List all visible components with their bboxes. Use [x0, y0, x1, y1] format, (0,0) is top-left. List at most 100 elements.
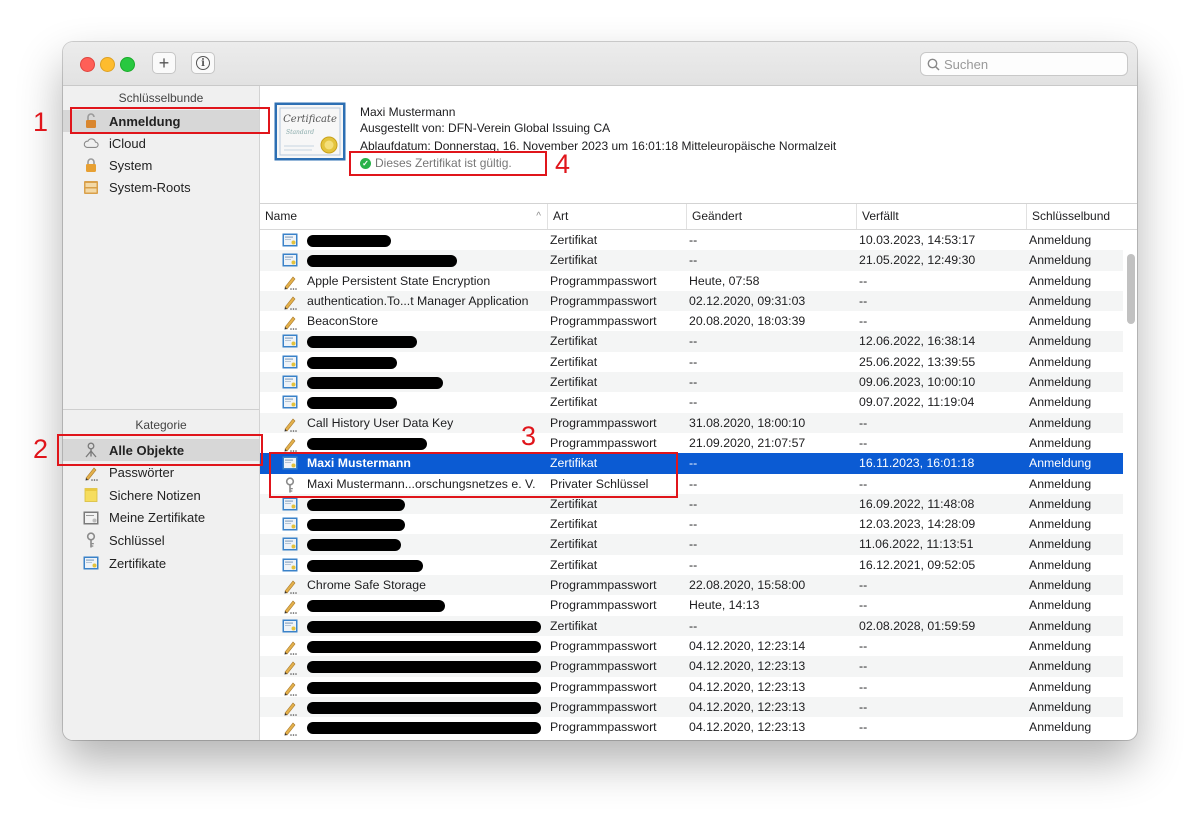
cell-keychain: Anmeldung	[1029, 273, 1092, 288]
table-row[interactable]: Programmpasswort Heute, 14:13 -- Anmeldung	[260, 595, 1123, 615]
cell-expires: --	[859, 314, 868, 329]
category-item-schl-ssel[interactable]: Schlüssel	[63, 529, 259, 551]
cell-keychain: Anmeldung	[1029, 618, 1092, 633]
cell-art: Zertifikat	[550, 334, 598, 349]
table-row[interactable]: Zertifikat -- 02.08.2028, 01:59:59 Anmeldun…	[260, 615, 1123, 636]
cell-expires: --	[859, 415, 868, 430]
cell-art: Zertifikat	[550, 395, 598, 410]
pencil-icon	[83, 465, 99, 481]
cell-expires: --	[859, 659, 868, 674]
table-row[interactable]: Zertifikat -- 09.07.2022, 11:19:04 Anmeldun…	[260, 392, 1123, 412]
certificate-icon	[282, 558, 298, 572]
cell-art: Programmpasswort	[550, 638, 657, 653]
cell-art: Programmpasswort	[550, 435, 657, 450]
cell-expires: --	[859, 435, 868, 450]
cell-keychain: Anmeldung	[1029, 293, 1092, 308]
column-header-art[interactable]: Art	[547, 204, 686, 229]
certificate-icon	[282, 619, 298, 633]
vertical-scrollbar[interactable]	[1127, 254, 1135, 324]
table-row[interactable]: authentication.To...t Manager Applicatio…	[260, 290, 1123, 312]
redacted-name	[307, 559, 423, 572]
cell-keychain: Anmeldung	[1029, 435, 1092, 450]
cell-expires: --	[859, 293, 868, 308]
column-header-keychain[interactable]: Schlüsselbund	[1026, 204, 1126, 229]
cell-art: Programmpasswort	[550, 598, 657, 613]
table-row[interactable]: Zertifikat -- 12.06.2022, 16:38:14 Anmeldun…	[260, 331, 1123, 352]
category-item-sichere-notizen[interactable]: Sichere Notizen	[63, 484, 259, 506]
table-row[interactable]: Zertifikat -- 09.06.2023, 10:00:10 Anmeldun…	[260, 372, 1123, 393]
cell-expires: 11.06.2022, 11:13:51	[859, 537, 974, 552]
table-row[interactable]: Zertifikat -- 25.06.2022, 13:39:55 Anmeldun…	[260, 352, 1123, 372]
table-row[interactable]: BeaconStore Programmpasswort 20.08.2020, 1…	[260, 311, 1123, 331]
zoom-button[interactable]	[120, 57, 135, 72]
table-header: Name ^ Art Geändert Verfällt Schlüsselbun…	[260, 204, 1137, 230]
column-header-changed[interactable]: Geändert	[686, 204, 856, 229]
cell-keychain: Anmeldung	[1029, 395, 1092, 410]
callout-box-2	[57, 434, 263, 466]
table-row[interactable]: Chrome Safe Storage Programmpasswort 22.08…	[260, 575, 1123, 596]
cell-changed: 04.12.2020, 12:23:14	[689, 638, 806, 653]
table-row[interactable]: Programmpasswort 04.12.2020, 12:23:13 -- An…	[260, 677, 1123, 697]
cell-expires: 09.06.2023, 10:00:10	[859, 375, 976, 390]
cabinet-icon	[83, 179, 99, 195]
search-input[interactable]	[944, 56, 1114, 72]
cell-name: authentication.To...t Manager Applicatio…	[307, 293, 529, 308]
table-row[interactable]: Programmpasswort 04.12.2020, 12:23:13 -- An…	[260, 717, 1123, 737]
callout-number-3: 3	[521, 421, 537, 451]
cell-art: Zertifikat	[550, 354, 598, 369]
cell-changed: 02.12.2020, 09:31:03	[689, 293, 806, 308]
close-button[interactable]	[80, 57, 95, 72]
cell-art: Programmpasswort	[550, 314, 657, 329]
cell-expires: --	[859, 598, 868, 613]
minimize-button[interactable]	[100, 57, 115, 72]
table-row[interactable]: Apple Persistent State Encryption Program…	[260, 271, 1123, 291]
column-header-name[interactable]: Name ^	[260, 204, 547, 229]
redacted-name	[307, 336, 417, 349]
sidebar: Schlüsselbunde Anmeldung iCloud System Syst…	[63, 86, 260, 740]
pencil-icon	[282, 680, 298, 696]
pencil-icon	[282, 578, 298, 594]
callout-box-3	[269, 452, 678, 498]
callout-number-1: 1	[33, 107, 49, 137]
cell-keychain: Anmeldung	[1029, 517, 1092, 532]
category-item-meine-zertifikate[interactable]: Meine Zertifikate	[63, 507, 259, 529]
table-row[interactable]: Call History User Data Key Programmpasswo…	[260, 412, 1123, 433]
certificate-icon	[282, 253, 298, 267]
sidebar-item-system[interactable]: System	[63, 154, 259, 176]
cloud-icon	[83, 135, 99, 151]
callout-box-1	[70, 107, 270, 134]
info-button[interactable]: i	[191, 52, 215, 74]
cell-keychain: Anmeldung	[1029, 375, 1092, 390]
column-header-expires[interactable]: Verfällt	[856, 204, 1026, 229]
table-row[interactable]: Programmpasswort 04.12.2020, 12:23:13 -- An…	[260, 696, 1123, 718]
table-row[interactable]: Zertifikat -- 12.03.2023, 14:28:09 Anmeldun…	[260, 514, 1123, 534]
certificate-icon	[282, 334, 298, 348]
cell-changed: 04.12.2020, 12:23:13	[689, 720, 806, 735]
table-row[interactable]: Zertifikat -- 11.06.2022, 11:13:51 Anmeldun…	[260, 534, 1123, 555]
cell-changed: --	[689, 395, 698, 410]
sidebar-item-icloud[interactable]: iCloud	[63, 132, 259, 154]
cell-art: Programmpasswort	[550, 415, 657, 430]
cell-keychain: Anmeldung	[1029, 354, 1092, 369]
sidebar-item-label: System	[109, 157, 153, 173]
table-row[interactable]: Programmpasswort 04.12.2020, 12:23:14 -- An…	[260, 636, 1123, 656]
cell-keychain: Anmeldung	[1029, 557, 1092, 572]
table-row[interactable]: Zertifikat -- 21.05.2022, 12:49:30 Anmeldun…	[260, 250, 1123, 271]
category-item-zertifikate[interactable]: Zertifikate	[63, 552, 259, 574]
table-row[interactable]: Zertifikat -- 10.03.2023, 14:53:17 Anmeldun…	[260, 230, 1123, 250]
callout-box-4	[349, 151, 547, 176]
pencil-icon	[282, 659, 298, 676]
table-row[interactable]: Programmpasswort 04.12.2020, 12:23:13 -- An…	[260, 656, 1123, 677]
redacted-name	[307, 437, 427, 450]
table-row[interactable]: Zertifikat -- 16.12.2021, 09:52:05 Anmeldun…	[260, 555, 1123, 575]
search-field[interactable]	[920, 52, 1128, 76]
cell-expires: --	[859, 699, 868, 714]
detail-issuer: Ausgestellt von: DFN-Verein Global Issui…	[360, 121, 611, 135]
category-item-label: Sichere Notizen	[109, 487, 201, 503]
add-item-button[interactable]: +	[152, 52, 176, 74]
table-row[interactable]: Programmpasswort 21.09.2020, 21:07:57 -- An…	[260, 433, 1123, 453]
cell-expires: --	[859, 638, 868, 653]
sidebar-item-system-roots[interactable]: System-Roots	[63, 176, 259, 198]
category-item-label: Schlüssel	[109, 532, 165, 548]
certificate-icon	[282, 395, 298, 409]
